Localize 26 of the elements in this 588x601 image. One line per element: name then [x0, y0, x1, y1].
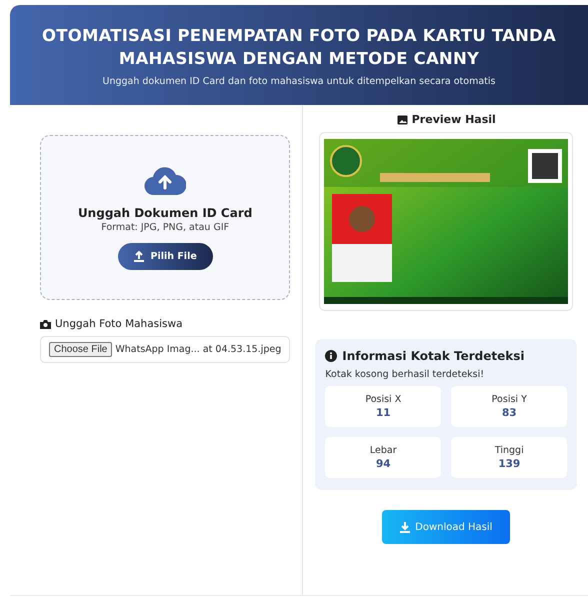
photo-upload-label: Unggah Foto Mahasiswa — [55, 318, 183, 330]
stat-label: Posisi Y — [492, 394, 527, 405]
stat-label: Posisi X — [365, 394, 402, 405]
info-title: Informasi Kotak Terdeteksi — [342, 349, 525, 363]
image-icon — [396, 114, 408, 124]
stat-value: 11 — [376, 407, 391, 419]
preview-title: Preview Hasil — [412, 113, 496, 126]
download-icon — [400, 522, 410, 532]
download-button[interactable]: Download Hasil — [382, 510, 510, 544]
stat-label: Lebar — [370, 445, 397, 456]
stat-value: 83 — [502, 407, 517, 419]
upload-title: Unggah Dokumen ID Card — [78, 206, 252, 220]
stat-label: Tinggi — [494, 445, 524, 456]
detection-message: Kotak kosong berhasil terdeteksi! — [325, 369, 486, 380]
page-title: OTOMATISASI PENEMPATAN FOTO PADA KARTU TANDA MAHASISWA DENGAN METODE CANNY — [41, 24, 557, 70]
file-input[interactable]: Choose File WhatsApp Imag... at 04.53.15.jpeg — [40, 336, 290, 363]
camera-icon — [40, 320, 51, 328]
upload-dropzone[interactable]: Unggah Dokumen ID Card Format: JPG, PNG, atau GIF Pilih File — [40, 135, 290, 300]
cloud-upload-icon — [144, 166, 186, 196]
stat-value: 139 — [498, 458, 520, 470]
info-icon — [325, 350, 338, 362]
choose-file-button[interactable]: Pilih File — [118, 242, 213, 270]
stat-value: 94 — [376, 458, 391, 470]
upload-format-hint: Format: JPG, PNG, atau GIF — [101, 222, 230, 232]
page-subtitle: Unggah dokumen ID Card dan foto mahasiswa untuk ditempelkan secara otomatis — [102, 76, 496, 86]
upload-icon — [134, 250, 144, 262]
